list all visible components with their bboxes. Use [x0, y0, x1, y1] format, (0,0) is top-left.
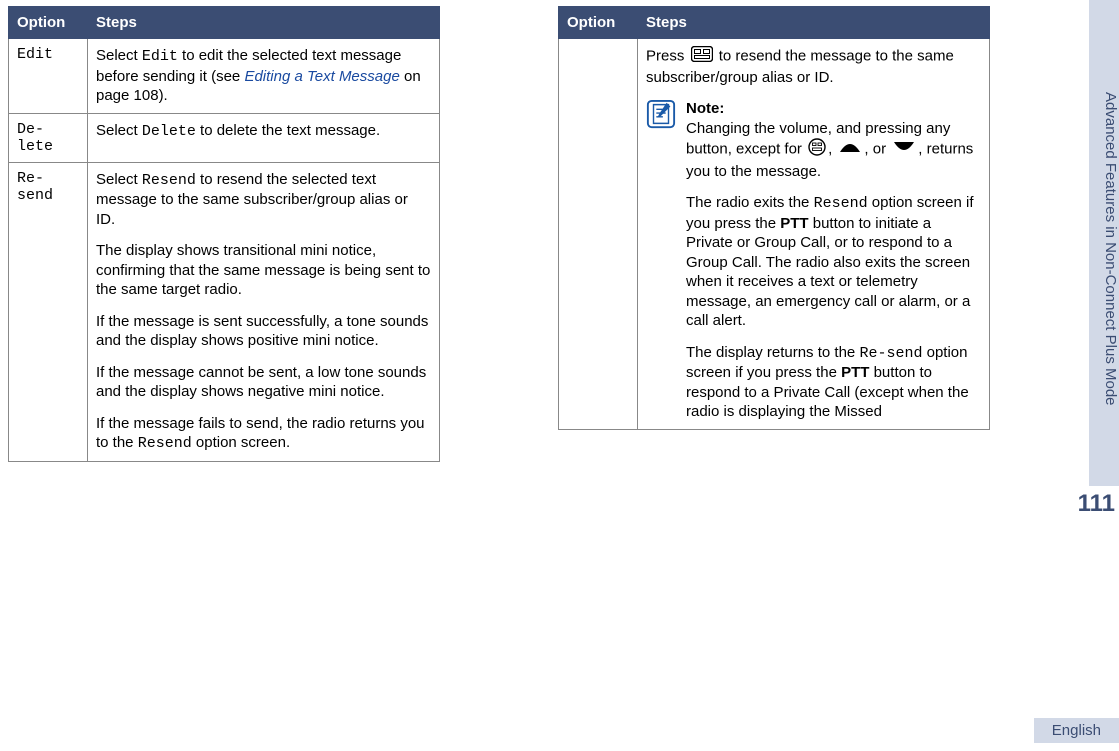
link-text[interactable]: Editing a Text Message	[244, 68, 399, 85]
text: to delete the text message.	[196, 122, 380, 139]
ok-button-icon	[691, 46, 713, 68]
note-content: Note: Changing the volume, and pressing …	[686, 99, 981, 422]
text: Select	[96, 171, 142, 188]
steps-cell: Select Resend to resend the selected tex…	[88, 162, 440, 461]
table-row: Press to resend the message to the same …	[559, 39, 990, 430]
side-tab: Advanced Features in Non-Connect Plus Mo…	[1089, 0, 1119, 486]
down-button-icon	[892, 140, 916, 160]
table-row: Re-send Select Resend to resend the sele…	[9, 162, 440, 461]
code-text: Resend	[142, 172, 196, 189]
right-column: Option Steps Press to resend the message…	[558, 6, 990, 462]
text: option screen.	[192, 434, 290, 451]
th-steps: Steps	[88, 7, 440, 39]
option-cell: Re-send	[9, 162, 88, 461]
option-cell: De-lete	[9, 113, 88, 162]
code-text: Delete	[142, 123, 196, 140]
page-number: 111	[1065, 490, 1115, 518]
text: Press	[646, 48, 689, 65]
code-text: Resend	[138, 435, 192, 452]
left-column: Option Steps Edit Select Edit to edit th…	[8, 6, 440, 462]
option-cell: Edit	[9, 39, 88, 114]
bold-text: PTT	[841, 364, 869, 381]
ok-button-icon	[808, 138, 826, 162]
bold-text: PTT	[780, 215, 808, 232]
text: The radio exits the	[686, 194, 814, 211]
text: Select	[96, 122, 142, 139]
right-table: Option Steps Press to resend the message…	[558, 6, 990, 430]
th-steps: Steps	[638, 7, 990, 39]
th-option: Option	[559, 7, 638, 39]
note-box: Note: Changing the volume, and pressing …	[646, 99, 981, 422]
steps-cell: Press to resend the message to the same …	[638, 39, 990, 430]
up-button-icon	[838, 140, 862, 160]
code-text: Edit	[142, 48, 178, 65]
steps-cell: Select Delete to delete the text message…	[88, 113, 440, 162]
code-text: Resend	[814, 195, 868, 212]
text: If the message cannot be sent, a low ton…	[96, 363, 431, 402]
text: If the message is sent successfully, a t…	[96, 312, 431, 351]
table-row: De-lete Select Delete to delete the text…	[9, 113, 440, 162]
code-text: Re-send	[859, 345, 922, 362]
table-row: Edit Select Edit to edit the selected te…	[9, 39, 440, 114]
text: The display returns to the	[686, 344, 859, 361]
left-table: Option Steps Edit Select Edit to edit th…	[8, 6, 440, 462]
text: , or	[864, 141, 890, 158]
text: Select	[96, 47, 142, 64]
steps-cell: Select Edit to edit the selected text me…	[88, 39, 440, 114]
note-label: Note:	[686, 100, 724, 117]
language-label: English	[1034, 718, 1119, 743]
th-option: Option	[9, 7, 88, 39]
text: The display shows transitional mini noti…	[96, 241, 431, 300]
note-icon	[646, 99, 676, 129]
option-cell	[559, 39, 638, 430]
text: ,	[828, 141, 836, 158]
